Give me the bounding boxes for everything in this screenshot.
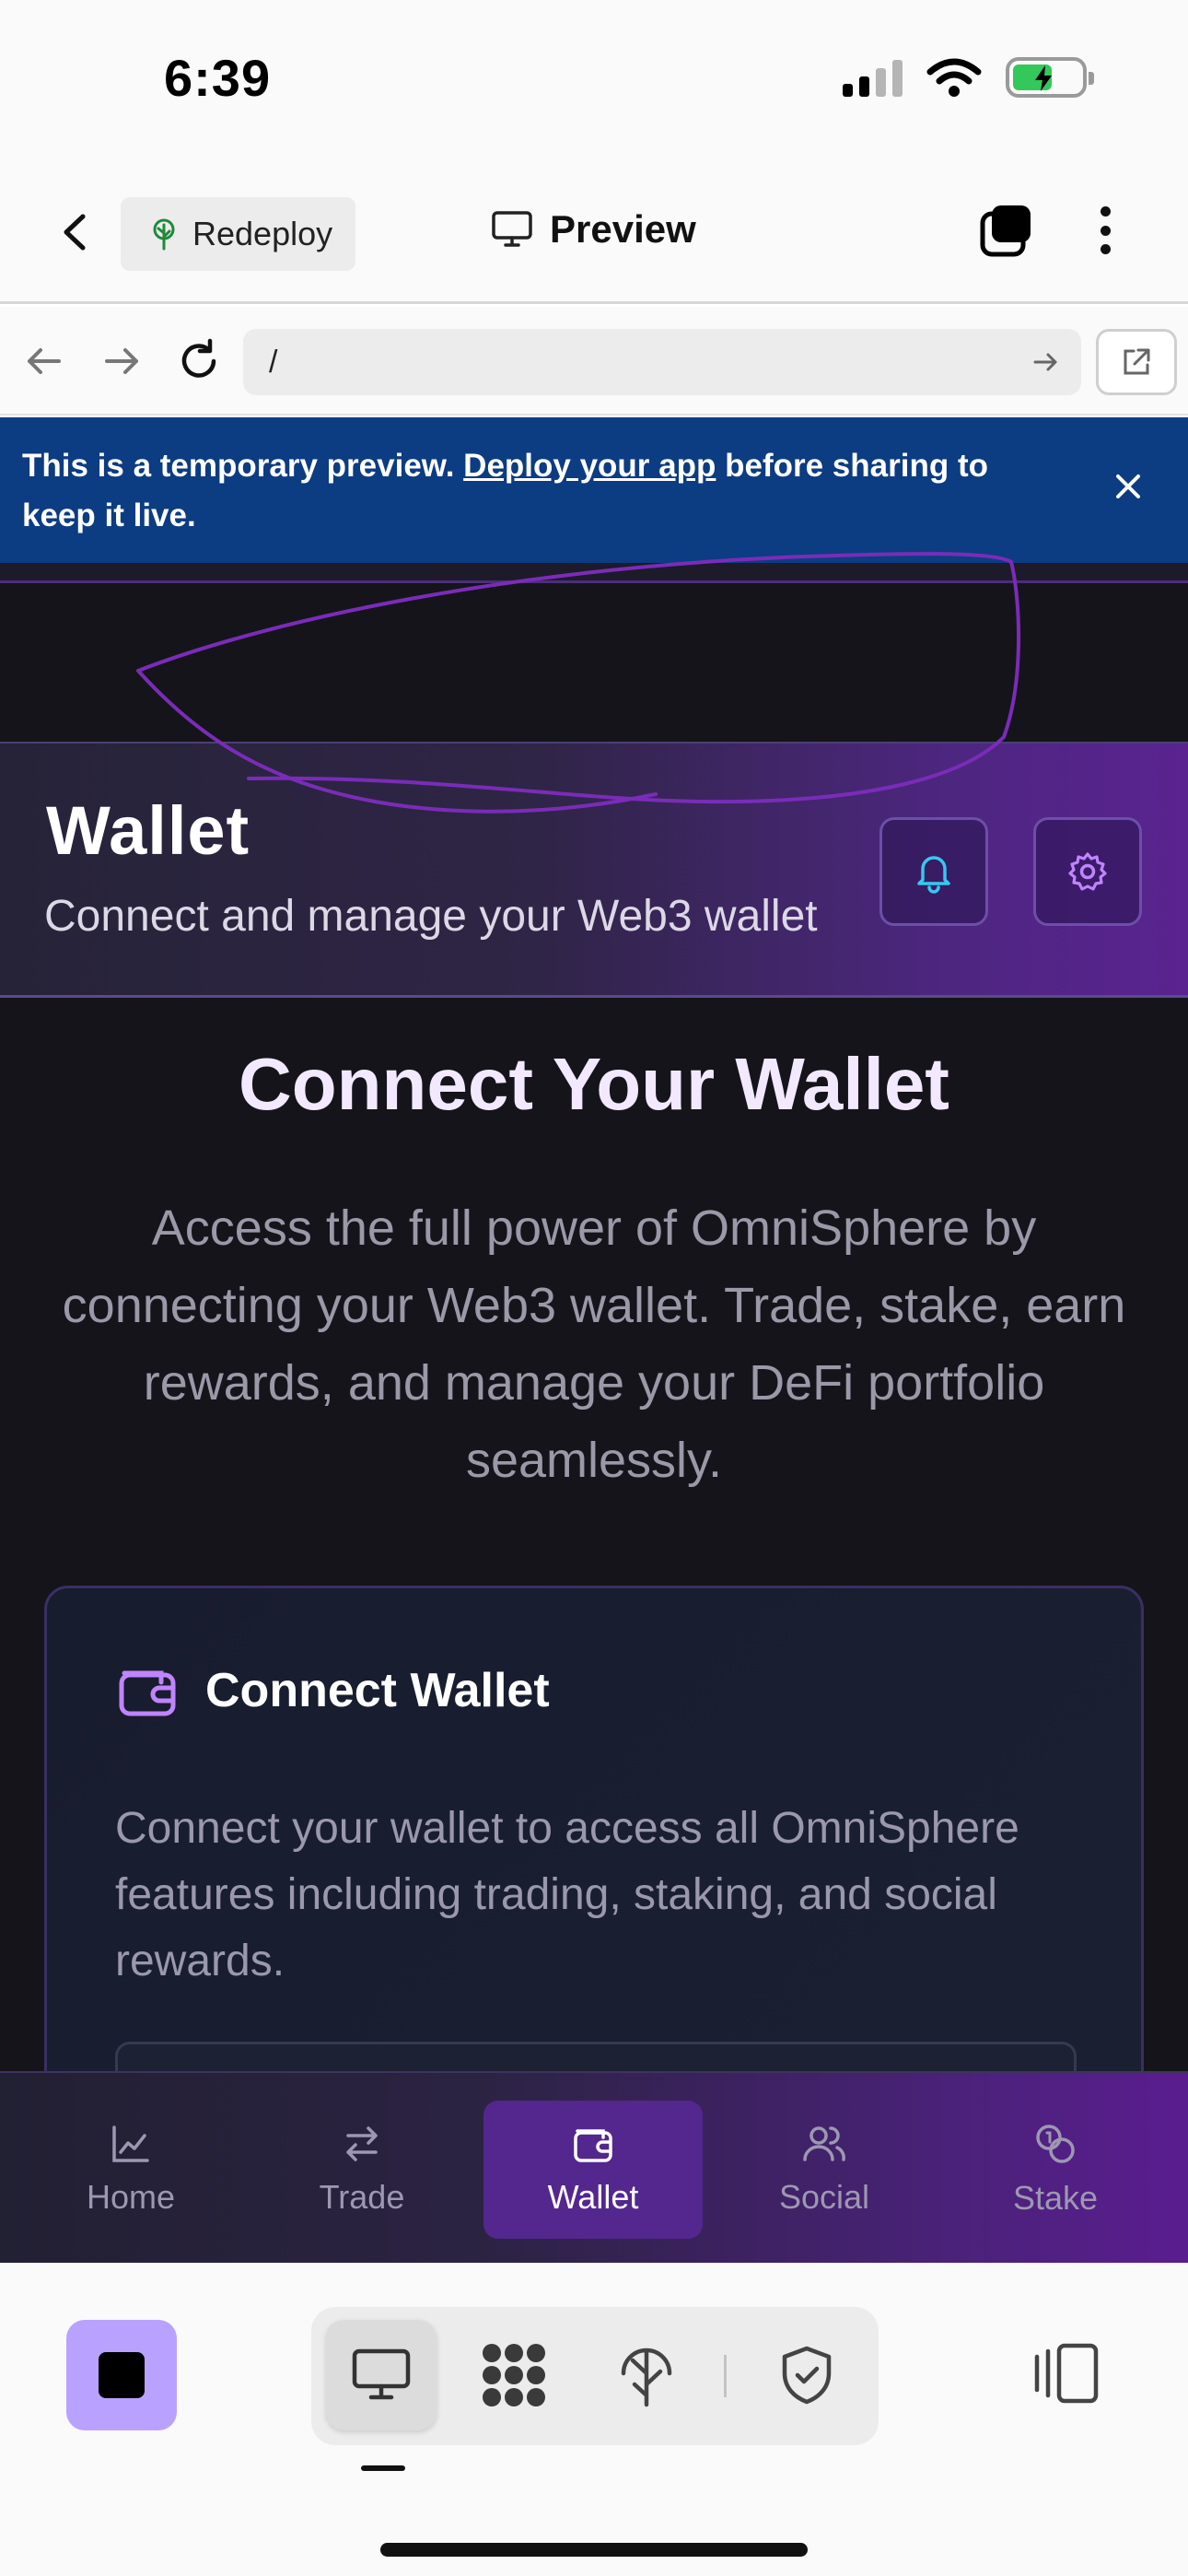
status-icons bbox=[843, 57, 1094, 98]
tab-label: Stake bbox=[1012, 2179, 1099, 2217]
home-indicator bbox=[380, 2543, 808, 2557]
tab-label: Wallet bbox=[547, 2178, 639, 2216]
tab-label: Trade bbox=[319, 2178, 405, 2216]
tab-wallet[interactable]: Wallet bbox=[483, 2101, 703, 2239]
bottom-toolbar bbox=[0, 2263, 1188, 2576]
app-viewport: Wallet Connect and manage your Web3 wall… bbox=[0, 563, 1188, 2263]
redeploy-button[interactable]: Redeploy bbox=[121, 197, 355, 271]
wifi-icon bbox=[926, 58, 982, 97]
agent-view-button[interactable] bbox=[459, 2320, 569, 2430]
card-title: Connect Wallet bbox=[205, 1664, 550, 1717]
status-time: 6:39 bbox=[164, 49, 272, 107]
stop-button[interactable] bbox=[66, 2320, 177, 2430]
wallet-icon bbox=[574, 2129, 612, 2162]
coins-icon bbox=[1036, 2125, 1075, 2163]
deploy-view-button[interactable] bbox=[591, 2320, 702, 2430]
cellular-signal-icon bbox=[843, 58, 903, 97]
browser-bar: / bbox=[0, 307, 1188, 416]
url-field[interactable]: / bbox=[243, 329, 1081, 395]
users-icon bbox=[803, 2126, 845, 2161]
tabs-icon[interactable] bbox=[979, 203, 1034, 258]
arrow-left-icon[interactable] bbox=[18, 335, 70, 387]
monitor-icon bbox=[492, 211, 532, 247]
arrow-right-icon[interactable] bbox=[96, 335, 147, 387]
top-strip bbox=[0, 563, 1188, 583]
back-chevron-icon[interactable] bbox=[53, 209, 99, 255]
notifications-button[interactable] bbox=[879, 817, 988, 926]
settings-button[interactable] bbox=[1033, 817, 1142, 926]
preview-title[interactable]: Preview bbox=[491, 207, 696, 252]
deploy-tree-icon bbox=[621, 2348, 672, 2407]
tab-trade[interactable]: Trade bbox=[252, 2101, 472, 2239]
open-external-button[interactable] bbox=[1096, 329, 1177, 395]
card-text: Connect your wallet to access all OmniSp… bbox=[115, 1804, 1019, 1985]
external-link-icon bbox=[1124, 348, 1150, 375]
view-divider bbox=[724, 2355, 727, 2397]
card-header: Connect Wallet bbox=[117, 1662, 550, 1719]
preview-banner: This is a temporary preview. Deploy your… bbox=[0, 417, 1188, 563]
tab-home[interactable]: Home bbox=[21, 2101, 240, 2239]
more-options-icon[interactable] bbox=[1087, 203, 1124, 258]
tree-icon bbox=[153, 218, 175, 251]
bell-icon bbox=[917, 856, 950, 894]
grid-blob-icon bbox=[483, 2344, 545, 2406]
tab-label: Home bbox=[86, 2178, 176, 2216]
wallet-subtitle: Connect and manage your Web3 wallet bbox=[44, 892, 818, 941]
connect-wallet-heading: Connect Your Wallet bbox=[239, 1043, 949, 1125]
view-switcher bbox=[311, 2307, 879, 2445]
preview-label: Preview bbox=[550, 207, 696, 251]
arrows-swap-icon bbox=[346, 2126, 378, 2161]
deploy-app-link[interactable]: Deploy your app bbox=[463, 448, 716, 484]
stop-icon bbox=[99, 2352, 145, 2398]
wallet-title: Wallet bbox=[46, 792, 250, 869]
redeploy-label: Redeploy bbox=[192, 215, 333, 252]
reload-icon[interactable] bbox=[173, 335, 225, 387]
status-bar: 6:39 bbox=[0, 0, 1188, 161]
tab-stake[interactable]: Stake bbox=[946, 2101, 1165, 2239]
wallet-header: Wallet Connect and manage your Web3 wall… bbox=[0, 742, 1188, 998]
monitor-icon bbox=[352, 2348, 411, 2400]
security-view-button[interactable] bbox=[751, 2320, 862, 2430]
app-header: Redeploy Preview bbox=[0, 161, 1188, 304]
active-view-indicator bbox=[361, 2465, 405, 2471]
shield-check-icon bbox=[782, 2346, 832, 2405]
chart-line-icon bbox=[112, 2125, 149, 2162]
layout-toggle-icon[interactable] bbox=[1030, 2336, 1103, 2410]
battery-icon bbox=[1006, 57, 1094, 98]
wallet-icon bbox=[119, 1670, 176, 1716]
connect-wallet-description: Access the full power of OmniSphere by c… bbox=[62, 1200, 1126, 1488]
close-icon[interactable] bbox=[1105, 463, 1151, 509]
tab-label: Social bbox=[778, 2178, 870, 2216]
tab-social[interactable]: Social bbox=[715, 2101, 934, 2239]
gear-icon bbox=[1068, 852, 1107, 891]
go-arrow-icon[interactable] bbox=[1031, 348, 1059, 376]
url-text: / bbox=[269, 344, 278, 380]
preview-view-button[interactable] bbox=[326, 2320, 437, 2430]
banner-text-before: This is a temporary preview. bbox=[22, 448, 464, 484]
bottom-tab-bar: Home Trade Wallet Social Stake bbox=[0, 2071, 1188, 2263]
